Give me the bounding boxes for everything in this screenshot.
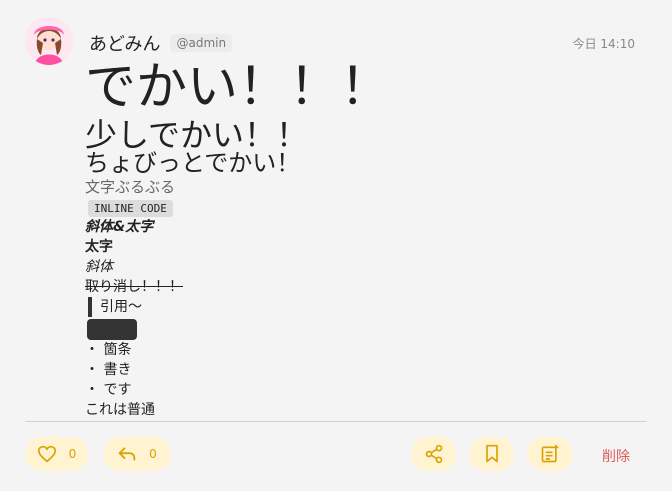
bookmark-icon (483, 444, 501, 464)
delete-button[interactable]: 削除 (602, 446, 630, 466)
share-icon (424, 444, 444, 464)
post-content: でかい！！！ 少しでかい！！ ちょびっとでかい！ 文字ぶるぶる INLINE C… (85, 58, 645, 420)
like-button[interactable]: 0 (25, 437, 88, 471)
plain-text: これは普通 (85, 402, 155, 418)
italic-text: 斜体 (85, 259, 113, 275)
post-card: あどみん @admin 今日 14:10 でかい！！！ 少しでかい！！ ちょびっ… (0, 0, 672, 491)
author-name[interactable]: あどみん (89, 30, 160, 56)
inline-code: INLINE CODE (88, 200, 173, 217)
post-timestamp[interactable]: 今日 14:10 (573, 35, 635, 52)
heading-small: ちょびっとでかい！ (85, 149, 301, 177)
strikethrough-text: 取り消し！！！ (85, 279, 183, 295)
share-button[interactable] (411, 437, 456, 471)
reply-count: 0 (149, 447, 157, 461)
list-item: ・ 箇条 (85, 342, 132, 358)
list-item: ・ 書き (85, 362, 132, 378)
bold-italic-text: 斜体&太字 (85, 219, 154, 235)
author-info: あどみん @admin (89, 30, 233, 56)
blockquote: 引用〜 (88, 297, 645, 317)
heart-icon (37, 445, 57, 463)
bold-text: 太字 (85, 239, 113, 255)
like-count: 0 (68, 447, 77, 461)
divider (25, 421, 647, 422)
heading-medium: 少しでかい！！ (85, 116, 309, 154)
reply-icon (117, 445, 137, 463)
note-button[interactable] (527, 437, 573, 471)
jelly-text: 文字ぶるぶる (85, 178, 176, 196)
list-item: ・ です (85, 382, 132, 398)
avatar[interactable] (25, 17, 73, 65)
avatar-illustration (25, 17, 73, 65)
spoiler-block[interactable] (87, 319, 137, 340)
heading-large: でかい！！！ (85, 58, 392, 117)
reply-button[interactable]: 0 (103, 437, 171, 471)
author-handle[interactable]: @admin (170, 34, 233, 52)
note-icon (540, 444, 560, 464)
bookmark-button[interactable] (469, 437, 514, 471)
